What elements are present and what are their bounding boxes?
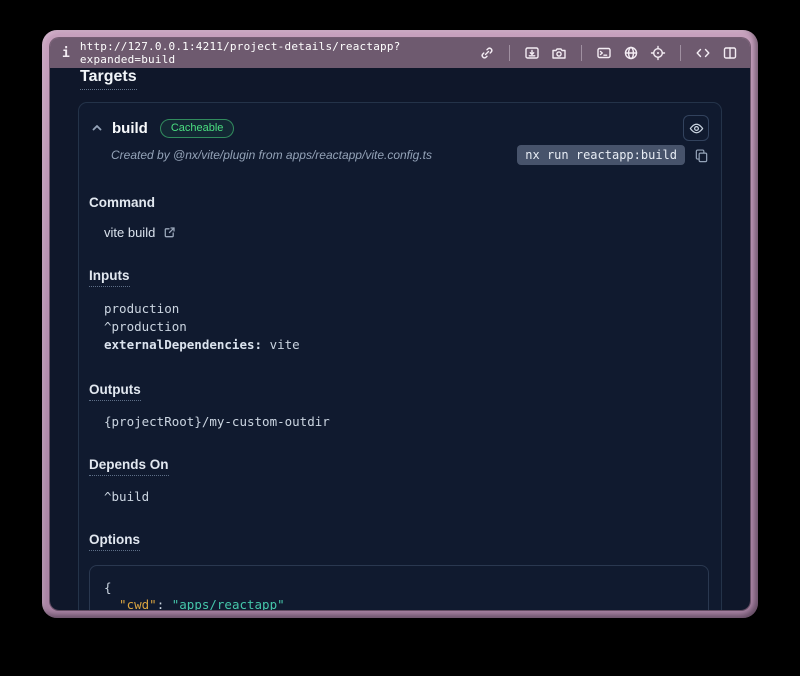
input-item: externalDependencies: vite <box>104 336 709 354</box>
crosshair-icon[interactable] <box>650 45 666 61</box>
cacheable-badge[interactable]: Cacheable <box>160 119 235 138</box>
options-code-block: { "cwd": "apps/reactapp" } <box>89 565 709 610</box>
project-details-page: Targets build Cacheable Created by @nx/v… <box>50 68 750 610</box>
target-card-build: build Cacheable Created by @nx/vite/plug… <box>78 102 722 610</box>
json-line: "cwd": "apps/reactapp" <box>104 596 694 610</box>
toolbar-separator <box>581 45 582 61</box>
json-value: "apps/reactapp" <box>172 597 285 610</box>
page-title: Targets <box>80 68 137 90</box>
toolbar-separator <box>680 45 681 61</box>
command-section-label: Command <box>89 195 155 210</box>
code-icon[interactable] <box>695 45 711 61</box>
json-key: "cwd" <box>119 597 157 610</box>
terminal-icon[interactable] <box>596 45 612 61</box>
target-build-header[interactable]: build Cacheable <box>79 103 721 143</box>
target-build-subheader: Created by @nx/vite/plugin from apps/rea… <box>79 143 721 177</box>
target-build-details: Command vite build Inputs production ^pr… <box>79 177 721 610</box>
window-download-icon[interactable] <box>524 45 540 61</box>
camera-icon[interactable] <box>551 45 567 61</box>
split-view-icon[interactable] <box>722 45 738 61</box>
depends-on-item: ^build <box>104 489 709 504</box>
toolbar-separator <box>509 45 510 61</box>
browser-toolbar: i http://127.0.0.1:4211/project-details/… <box>50 38 750 68</box>
json-line: { <box>104 579 694 596</box>
chevron-up-icon[interactable] <box>91 122 103 134</box>
copy-icon[interactable] <box>694 148 709 163</box>
eye-icon <box>689 121 704 136</box>
browser-window-inner: i http://127.0.0.1:4211/project-details/… <box>50 38 750 610</box>
created-by-text: Created by @nx/vite/plugin from apps/rea… <box>111 148 432 162</box>
info-icon[interactable]: i <box>62 46 70 61</box>
output-item: {projectRoot}/my-custom-outdir <box>104 414 709 429</box>
input-item: ^production <box>104 318 709 336</box>
view-in-graph-button[interactable] <box>683 115 709 141</box>
browser-window: i http://127.0.0.1:4211/project-details/… <box>42 30 758 618</box>
input-item: production <box>104 300 709 318</box>
inputs-section-label[interactable]: Inputs <box>89 268 130 287</box>
address-url[interactable]: http://127.0.0.1:4211/project-details/re… <box>80 40 479 66</box>
toolbar-actions <box>479 45 738 61</box>
outputs-section-label[interactable]: Outputs <box>89 382 141 401</box>
target-name: build <box>112 120 148 137</box>
command-value: vite build <box>104 225 155 240</box>
depends-on-section-label[interactable]: Depends On <box>89 457 169 476</box>
run-command-chip[interactable]: nx run reactapp:build <box>517 145 685 165</box>
link-icon[interactable] <box>479 45 495 61</box>
external-link-icon[interactable] <box>163 226 176 239</box>
globe-icon[interactable] <box>623 45 639 61</box>
options-section-label[interactable]: Options <box>89 532 140 551</box>
